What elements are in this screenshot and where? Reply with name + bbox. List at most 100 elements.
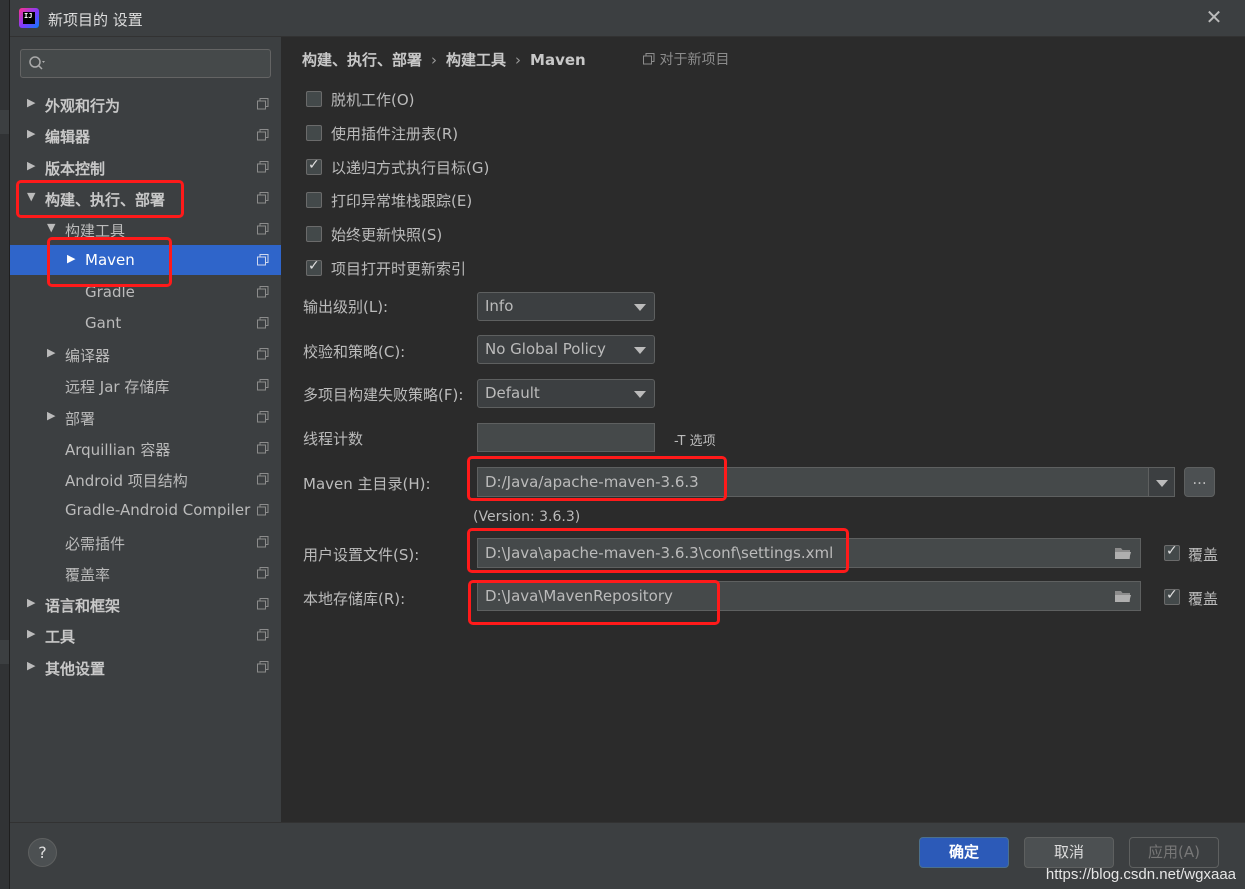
expand-arrow-icon[interactable]: ▶ bbox=[27, 597, 37, 609]
copy-icon bbox=[257, 129, 269, 141]
work-offline-checkbox[interactable] bbox=[306, 91, 322, 107]
local-repo-label: 本地存储库(R): bbox=[303, 590, 406, 608]
output-level-select[interactable]: Info bbox=[477, 292, 655, 321]
copy-icon bbox=[257, 161, 269, 173]
collapse-arrow-icon[interactable]: ▼ bbox=[47, 222, 57, 234]
sidebar-item-languages-frameworks[interactable]: ▶ 语言和框架 bbox=[10, 589, 281, 619]
dialog-footer: ? 确定 取消 应用(A) https://blog.csdn.net/wgxa… bbox=[10, 822, 1245, 889]
sidebar-item-build-tools[interactable]: ▼ 构建工具 bbox=[10, 214, 281, 244]
search-input[interactable] bbox=[20, 49, 271, 78]
sidebar-item-required-plugins[interactable]: 必需插件 bbox=[10, 527, 281, 557]
maven-home-browse-button[interactable]: ... bbox=[1184, 467, 1215, 497]
copy-icon bbox=[643, 53, 655, 65]
breadcrumb-item[interactable]: 构建工具 bbox=[446, 51, 506, 69]
close-icon[interactable]: ✕ bbox=[1204, 7, 1224, 27]
update-snapshots-checkbox[interactable] bbox=[306, 226, 322, 242]
background-stub bbox=[0, 110, 9, 134]
settings-dialog: IJ 新项目的 设置 ✕ ▶ 外观和行为 ▶ 编辑器 ▶ 版本控制 ▼ 构建、执… bbox=[9, 0, 1245, 889]
folder-icon[interactable] bbox=[1114, 545, 1132, 561]
expand-arrow-icon[interactable]: ▶ bbox=[27, 160, 37, 172]
sidebar-item-build-execution-deployment[interactable]: ▼ 构建、执行、部署 bbox=[10, 183, 281, 213]
sidebar-item-arquillian[interactable]: Arquillian 容器 bbox=[10, 433, 281, 463]
maven-home-input[interactable]: D:/Java/apache-maven-3.6.3 bbox=[477, 467, 1149, 497]
help-button[interactable]: ? bbox=[28, 838, 57, 867]
user-settings-override-checkbox[interactable] bbox=[1164, 543, 1180, 561]
copy-icon bbox=[257, 411, 269, 423]
sidebar-item-label: 远程 Jar 存储库 bbox=[65, 378, 170, 396]
checksum-policy-label: 校验和策略(C): bbox=[303, 343, 406, 361]
sidebar-item-label: 覆盖率 bbox=[65, 566, 111, 584]
print-stack-trace-label: 打印异常堆栈跟踪(E) bbox=[331, 192, 473, 210]
sidebar-item-other-settings[interactable]: ▶ 其他设置 bbox=[10, 652, 281, 682]
expand-arrow-icon[interactable]: ▶ bbox=[27, 628, 37, 640]
update-indices-checkbox[interactable] bbox=[306, 258, 322, 276]
copy-icon bbox=[257, 442, 269, 454]
copy-icon bbox=[257, 536, 269, 548]
sidebar-item-label: 外观和行为 bbox=[45, 97, 121, 115]
expand-arrow-icon[interactable]: ▶ bbox=[47, 410, 57, 422]
ok-button[interactable]: 确定 bbox=[919, 837, 1009, 868]
failure-policy-value: Default bbox=[485, 384, 540, 402]
maven-home-label: Maven 主目录(H): bbox=[303, 475, 431, 493]
sidebar-item-gradle-android-compiler[interactable]: Gradle-Android Compiler bbox=[10, 495, 281, 525]
expand-arrow-icon[interactable]: ▶ bbox=[27, 128, 37, 140]
sidebar-item-label: Android 项目结构 bbox=[65, 472, 188, 490]
apply-button[interactable]: 应用(A) bbox=[1129, 837, 1219, 868]
local-repo-input[interactable]: D:\Java\MavenRepository bbox=[477, 581, 1141, 611]
breadcrumb-item[interactable]: 构建、执行、部署 bbox=[302, 51, 422, 69]
local-repo-override-checkbox[interactable] bbox=[1164, 587, 1180, 605]
sidebar-item-remote-jar-repos[interactable]: 远程 Jar 存储库 bbox=[10, 370, 281, 400]
work-offline-label: 脱机工作(O) bbox=[331, 91, 415, 109]
window-title: 新项目的 设置 bbox=[48, 11, 143, 29]
collapse-arrow-icon[interactable]: ▼ bbox=[27, 191, 37, 203]
sidebar-item-label: 版本控制 bbox=[45, 160, 106, 178]
expand-arrow-icon[interactable]: ▶ bbox=[47, 347, 57, 359]
sidebar-item-tools[interactable]: ▶ 工具 bbox=[10, 620, 281, 650]
update-snapshots-label: 始终更新快照(S) bbox=[331, 226, 443, 244]
background-stub bbox=[0, 640, 9, 664]
sidebar-item-label: Gradle bbox=[85, 283, 135, 301]
copy-icon bbox=[257, 379, 269, 391]
sidebar-item-label: 工具 bbox=[45, 628, 76, 646]
sidebar-item-deployment[interactable]: ▶ 部署 bbox=[10, 402, 281, 432]
print-stack-trace-checkbox[interactable] bbox=[306, 192, 322, 208]
copy-icon bbox=[257, 286, 269, 298]
expand-arrow-icon[interactable]: ▶ bbox=[27, 660, 37, 672]
checksum-policy-select[interactable]: No Global Policy bbox=[477, 335, 655, 364]
recursive-goals-checkbox[interactable] bbox=[306, 157, 322, 175]
user-settings-input[interactable]: D:\Java\apache-maven-3.6.3\conf\settings… bbox=[477, 538, 1141, 568]
intellij-icon: IJ bbox=[19, 8, 39, 28]
for-new-project-note: 对于新项目 bbox=[643, 49, 729, 69]
search-icon bbox=[29, 56, 45, 70]
sidebar-item-label: 语言和框架 bbox=[45, 597, 121, 615]
expand-arrow-icon[interactable]: ▶ bbox=[27, 97, 37, 109]
copy-icon bbox=[257, 504, 269, 516]
sidebar-item-editor[interactable]: ▶ 编辑器 bbox=[10, 120, 281, 150]
sidebar-item-gradle[interactable]: Gradle bbox=[10, 277, 281, 307]
sidebar-item-compiler[interactable]: ▶ 编译器 bbox=[10, 339, 281, 369]
sidebar-item-label: 必需插件 bbox=[65, 535, 126, 553]
thread-count-input[interactable] bbox=[477, 423, 655, 452]
expand-arrow-icon[interactable]: ▶ bbox=[67, 253, 77, 265]
copy-icon bbox=[257, 223, 269, 235]
copy-icon bbox=[257, 254, 269, 266]
folder-icon[interactable] bbox=[1114, 588, 1132, 604]
copy-icon bbox=[257, 629, 269, 641]
failure-policy-select[interactable]: Default bbox=[477, 379, 655, 408]
breadcrumb-item-current: Maven bbox=[530, 51, 586, 69]
sidebar-item-version-control[interactable]: ▶ 版本控制 bbox=[10, 152, 281, 182]
breadcrumb-separator: › bbox=[515, 51, 522, 69]
sidebar-item-label: 构建、执行、部署 bbox=[45, 191, 166, 209]
sidebar-item-gant[interactable]: Gant bbox=[10, 308, 281, 338]
local-repo-override-label: 覆盖 bbox=[1188, 590, 1219, 608]
maven-home-dropdown-button[interactable] bbox=[1148, 467, 1175, 497]
thread-count-label: 线程计数 bbox=[303, 430, 364, 448]
settings-sidebar: ▶ 外观和行为 ▶ 编辑器 ▶ 版本控制 ▼ 构建、执行、部署 ▼ 构建工具 ▶… bbox=[10, 37, 281, 822]
sidebar-item-android-project-structure[interactable]: Android 项目结构 bbox=[10, 464, 281, 494]
sidebar-item-maven[interactable]: ▶ Maven bbox=[10, 245, 281, 275]
cancel-button[interactable]: 取消 bbox=[1024, 837, 1114, 868]
sidebar-item-coverage[interactable]: 覆盖率 bbox=[10, 558, 281, 588]
plugin-registry-label: 使用插件注册表(R) bbox=[331, 125, 459, 143]
plugin-registry-checkbox[interactable] bbox=[306, 125, 322, 141]
sidebar-item-appearance[interactable]: ▶ 外观和行为 bbox=[10, 89, 281, 119]
